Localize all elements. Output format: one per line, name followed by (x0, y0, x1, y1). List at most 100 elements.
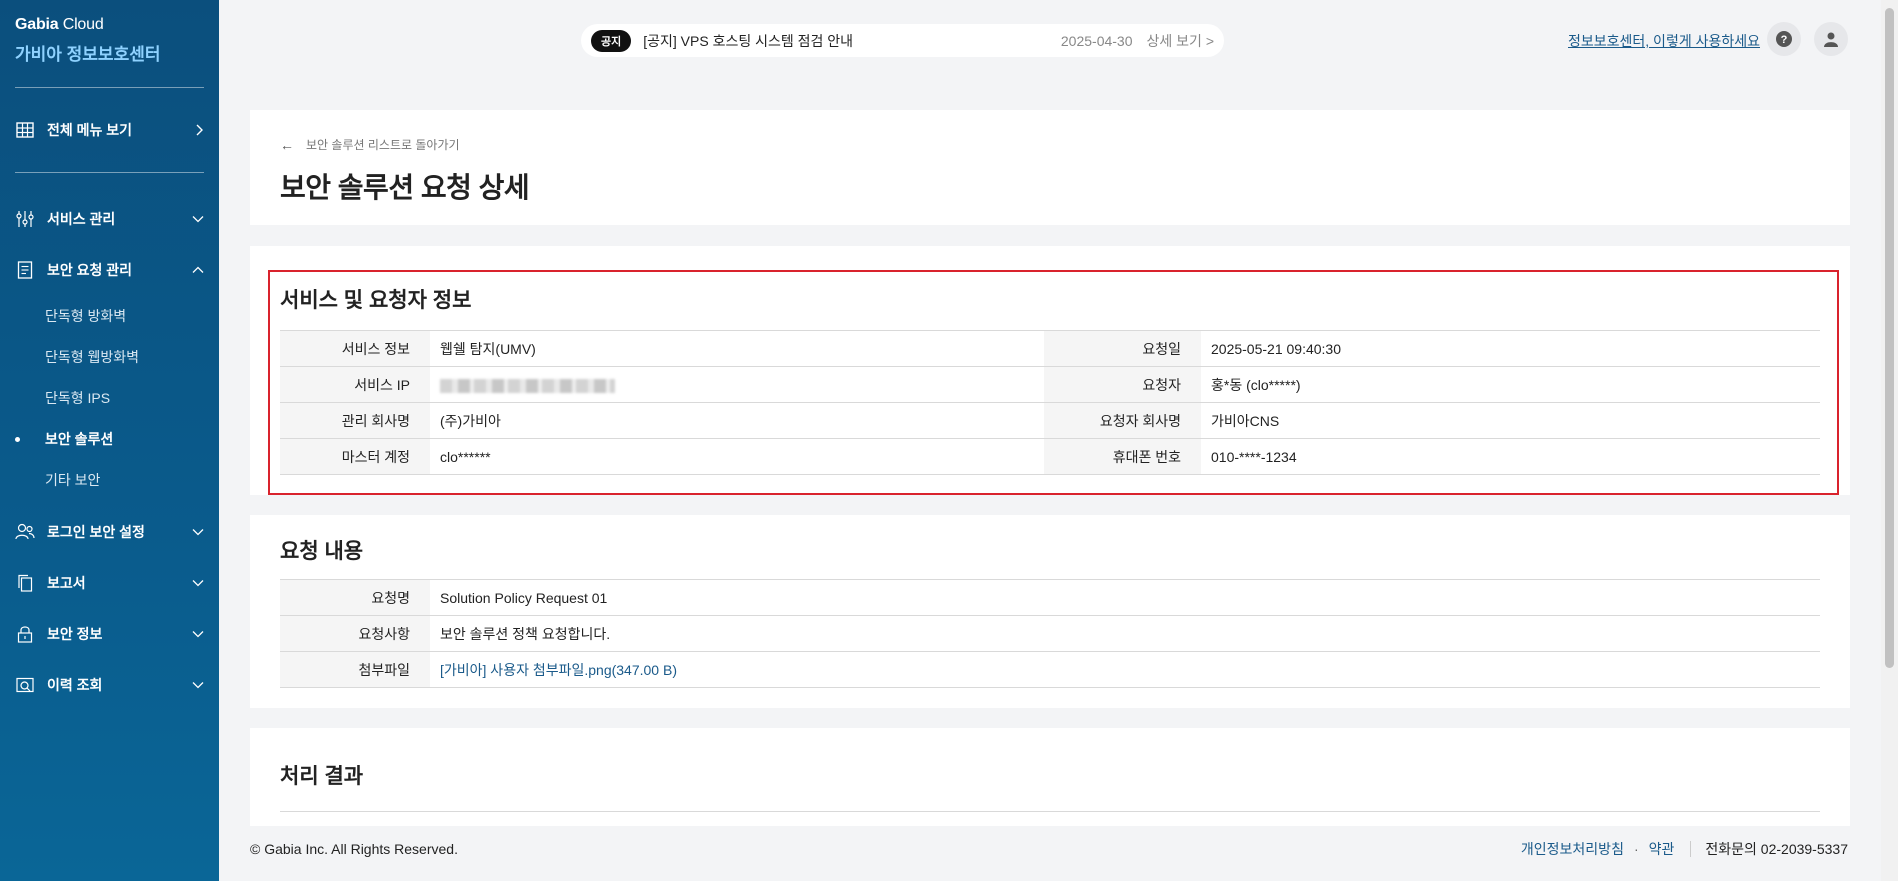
document-icon (15, 260, 35, 280)
help-button[interactable]: ? (1767, 22, 1801, 56)
svg-text:?: ? (1781, 34, 1788, 46)
row-label: 휴대폰 번호 (1044, 438, 1201, 475)
row-value: Solution Policy Request 01 (430, 579, 1820, 616)
row-label: 관리 회사명 (280, 402, 430, 439)
footer: © Gabia Inc. All Rights Reserved. 개인정보처리… (219, 826, 1879, 871)
table-row: 서비스 정보 웹쉘 탐지(UMV) 요청일 2025-05-21 09:40:3… (280, 330, 1820, 367)
user-menu-button[interactable] (1814, 22, 1848, 56)
section-title: 서비스 및 요청자 정보 (280, 289, 472, 312)
help-icon: ? (1776, 31, 1792, 47)
sidebar-item-security-info[interactable]: 보안 정보 (0, 608, 219, 659)
grid-icon (16, 122, 34, 138)
request-table: 요청명 Solution Policy Request 01 요청사항 보안 솔… (280, 579, 1820, 688)
table-row: 마스터 계정 clo****** 휴대폰 번호 010-****-1234 (280, 438, 1820, 475)
sidebar-submenu: 단독형 방화벽 단독형 웹방화벽 단독형 IPS 보안 솔루션 기타 보안 (0, 295, 219, 506)
guide-link[interactable]: 정보보호센터, 이렇게 사용하세요 (1568, 31, 1760, 51)
row-label: 요청자 (1044, 366, 1201, 403)
sidebar-nav: 서비스 관리 보안 요청 관리 단독형 방화벽 단독형 웹방화벽 단독형 IPS… (0, 173, 219, 710)
brand[interactable]: Gabia Cloud 가비아 정보보호센터 (0, 0, 219, 87)
all-menu-button[interactable]: 전체 메뉴 보기 (0, 88, 219, 172)
back-link-label: 보안 솔루션 리스트로 돌아가기 (306, 138, 460, 152)
chevron-down-icon (192, 579, 204, 586)
notice-date: 2025-04-30 (1060, 32, 1133, 49)
notice-bar[interactable]: 공지 [공지] VPS 호스팅 시스템 점검 안내 2025-04-30 상세 … (581, 24, 1224, 57)
masked-ip (440, 378, 615, 393)
page-header-card: ← 보안 솔루션 리스트로 돌아가기 보안 솔루션 요청 상세 (250, 110, 1850, 225)
row-value: clo****** (430, 438, 1044, 475)
sidebar-item-history[interactable]: 이력 조회 (0, 659, 219, 710)
notice-title[interactable]: [공지] VPS 호스팅 시스템 점검 안내 (643, 31, 853, 51)
row-value: 2025-05-21 09:40:30 (1201, 330, 1820, 367)
sidebar-item-login-security[interactable]: 로그인 보안 설정 (0, 506, 219, 557)
table-row: 요청명 Solution Policy Request 01 (280, 579, 1820, 616)
info-table: 서비스 정보 웹쉘 탐지(UMV) 요청일 2025-05-21 09:40:3… (280, 330, 1820, 475)
divider (1690, 840, 1692, 857)
privacy-policy-link[interactable]: 개인정보처리방침 (1521, 839, 1624, 859)
page-title: 보안 솔루션 요청 상세 (280, 172, 530, 203)
result-card: 처리 결과 (250, 728, 1850, 838)
row-value: (주)가비아 (430, 402, 1044, 439)
chevron-down-icon (192, 630, 204, 637)
table-row: 요청사항 보안 솔루션 정책 요청합니다. (280, 615, 1820, 652)
brand-logo: Gabia Cloud (15, 16, 104, 33)
terms-link[interactable]: 약관 (1649, 839, 1675, 859)
sidebar-item-label: 보안 정보 (47, 625, 103, 642)
table-row: 첨부파일 [가비아] 사용자 첨부파일.png(347.00 B) (280, 651, 1820, 688)
user-icon (1824, 32, 1838, 47)
row-label: 요청명 (280, 579, 430, 616)
submenu-item-firewall[interactable]: 단독형 방화벽 (0, 295, 219, 336)
chevron-down-icon (192, 215, 204, 222)
row-value: 웹쉘 탐지(UMV) (430, 330, 1044, 367)
row-label: 요청일 (1044, 330, 1201, 367)
attachment-cell: [가비아] 사용자 첨부파일.png(347.00 B) (430, 651, 1820, 688)
row-value: 가비아CNS (1201, 402, 1820, 439)
submenu-item-waf[interactable]: 단독형 웹방화벽 (0, 336, 219, 377)
row-label: 서비스 정보 (280, 330, 430, 367)
row-value: 홍*동 (clo*****) (1201, 366, 1820, 403)
copy-icon (15, 573, 35, 593)
service-ip-value (430, 366, 1044, 403)
row-label: 요청자 회사명 (1044, 402, 1201, 439)
sidebar-item-label: 이력 조회 (47, 676, 103, 693)
row-label: 마스터 계정 (280, 438, 430, 475)
submenu-item-security-solution[interactable]: 보안 솔루션 (0, 418, 219, 459)
copyright: © Gabia Inc. All Rights Reserved. (250, 840, 458, 857)
submenu-item-ips[interactable]: 단독형 IPS (0, 377, 219, 418)
divider (280, 811, 1820, 812)
sidebar-item-label: 보고서 (47, 574, 86, 591)
sidebar-item-security-request[interactable]: 보안 요청 관리 (0, 244, 219, 295)
chevron-down-icon (192, 681, 204, 688)
sidebar-item-label: 로그인 보안 설정 (47, 523, 145, 540)
sidebar-item-label: 서비스 관리 (47, 210, 116, 227)
chevron-up-icon (192, 266, 204, 273)
users-icon (15, 522, 35, 542)
arrow-left-icon: ← (280, 136, 294, 153)
sidebar-item-service[interactable]: 서비스 관리 (0, 193, 219, 244)
section-title: 요청 내용 (280, 540, 364, 563)
chevron-down-icon (192, 528, 204, 535)
request-content-card: 요청 내용 요청명 Solution Policy Request 01 요청사… (250, 515, 1850, 708)
row-value: 010-****-1234 (1201, 438, 1820, 475)
footer-links: 개인정보처리방침 · 약관 전화문의 02-2039-5337 (1521, 839, 1848, 859)
table-row: 서비스 IP 요청자 홍*동 (clo*****) (280, 366, 1820, 403)
notice-badge: 공지 (591, 29, 632, 52)
sidebar: Gabia Cloud 가비아 정보보호센터 전체 메뉴 보기 서비스 관리 보… (0, 0, 219, 881)
row-label: 요청사항 (280, 615, 430, 652)
sliders-icon (15, 209, 35, 229)
attachment-link[interactable]: [가비아] 사용자 첨부파일.png(347.00 B) (440, 662, 677, 678)
sidebar-item-label: 보안 요청 관리 (47, 261, 133, 278)
lock-icon (15, 624, 35, 644)
row-value: 보안 솔루션 정책 요청합니다. (430, 615, 1820, 652)
contact-phone: 전화문의 02-2039-5337 (1705, 840, 1848, 857)
row-label: 첨부파일 (280, 651, 430, 688)
service-requester-info-card: 서비스 및 요청자 정보 서비스 정보 웹쉘 탐지(UMV) 요청일 2025-… (250, 246, 1850, 495)
scrollbar[interactable] (1881, 0, 1898, 881)
sidebar-item-report[interactable]: 보고서 (0, 557, 219, 608)
scrollbar-thumb[interactable] (1885, 8, 1894, 668)
chevron-right-icon (196, 124, 203, 136)
submenu-item-other-security[interactable]: 기타 보안 (0, 459, 219, 500)
back-link[interactable]: ← 보안 솔루션 리스트로 돌아가기 (280, 136, 460, 153)
notice-more-link[interactable]: 상세 보기 > (1147, 31, 1214, 51)
table-row: 관리 회사명 (주)가비아 요청자 회사명 가비아CNS (280, 402, 1820, 439)
history-icon (15, 675, 35, 695)
